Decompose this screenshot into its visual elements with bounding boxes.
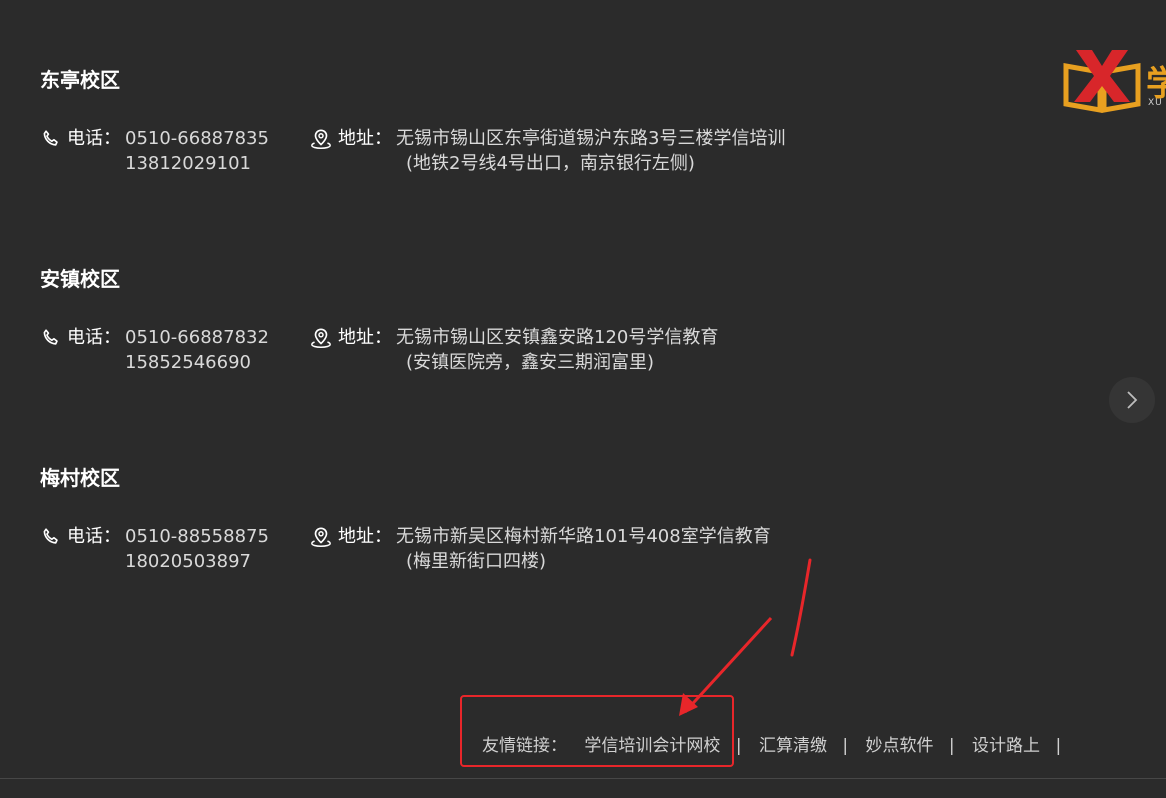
phone-numbers: 0510-66887832 15852546690 xyxy=(125,325,269,375)
campus-title: 安镇校区 xyxy=(40,267,120,291)
mobile-number: 13812029101 xyxy=(125,153,251,174)
campus-contact-row: 电话： 0510-66887835 13812029101 地址： 无锡市锡山区… xyxy=(40,126,860,186)
address-line: 无锡市锡山区东亭街道锡沪东路3号三楼学信培训 xyxy=(396,128,786,149)
mobile-number: 18020503897 xyxy=(125,551,251,572)
brand-logo: 学 XU xyxy=(1060,44,1166,114)
address: 无锡市新吴区梅村新华路101号408室学信教育 (梅里新街口四楼) xyxy=(396,524,771,574)
phone-number: 0510-88558875 xyxy=(125,526,269,547)
phone-number: 0510-66887835 xyxy=(125,128,269,149)
phone-label: 电话： xyxy=(67,526,121,547)
logo-subtext: XU xyxy=(1148,98,1163,108)
link-separator: | xyxy=(842,736,849,756)
campus-contact-row: 电话： 0510-88558875 18020503897 地址： 无锡市新吴区… xyxy=(40,524,860,584)
phone-label: 电话： xyxy=(67,128,121,149)
link-separator: | xyxy=(948,736,955,756)
address: 无锡市锡山区安镇鑫安路120号学信教育 (安镇医院旁，鑫安三期润富里) xyxy=(396,325,718,375)
link-miaodian-software[interactable]: 妙点软件 xyxy=(866,731,934,756)
address-label: 地址： xyxy=(338,327,392,348)
location-pin-icon xyxy=(311,527,331,547)
address-line: 无锡市新吴区梅村新华路101号408室学信教育 xyxy=(396,526,771,547)
address-label: 地址： xyxy=(338,526,392,547)
address: 无锡市锡山区东亭街道锡沪东路3号三楼学信培训 (地铁2号线4号出口，南京银行左侧… xyxy=(396,126,785,176)
campus-title: 东亭校区 xyxy=(40,68,120,92)
address-note: (安镇医院旁，鑫安三期润富里) xyxy=(406,352,655,373)
campus-title: 梅村校区 xyxy=(40,466,120,490)
phone-numbers: 0510-88558875 18020503897 xyxy=(125,524,269,574)
campus-contact-row: 电话： 0510-66887832 15852546690 地址： 无锡市锡山区… xyxy=(40,325,860,385)
annotation-highlight-box xyxy=(460,695,734,767)
phone-icon xyxy=(43,329,58,345)
chevron-right-icon xyxy=(1127,391,1138,409)
address-note: (地铁2号线4号出口，南京银行左侧) xyxy=(406,153,695,174)
phone-icon xyxy=(43,528,58,544)
link-separator: | xyxy=(1055,736,1062,756)
phone-label: 电话： xyxy=(67,327,121,348)
phone-icon xyxy=(43,130,58,146)
mobile-number: 15852546690 xyxy=(125,352,251,373)
address-label: 地址： xyxy=(338,128,392,149)
book-logo-icon xyxy=(1063,50,1141,113)
phone-number: 0510-66887832 xyxy=(125,327,269,348)
link-huisuan-qingjiao[interactable]: 汇算清缴 xyxy=(759,731,827,756)
phone-numbers: 0510-66887835 13812029101 xyxy=(125,126,269,176)
address-note: (梅里新街口四楼) xyxy=(406,551,547,572)
link-separator: | xyxy=(735,736,742,756)
address-line: 无锡市锡山区安镇鑫安路120号学信教育 xyxy=(396,327,719,348)
carousel-next-button[interactable] xyxy=(1109,377,1155,423)
footer-divider xyxy=(0,778,1166,779)
location-pin-icon xyxy=(311,129,331,149)
link-design-road[interactable]: 设计路上 xyxy=(972,731,1040,756)
annotation-arrow-icon xyxy=(679,558,812,716)
location-pin-icon xyxy=(311,328,331,348)
